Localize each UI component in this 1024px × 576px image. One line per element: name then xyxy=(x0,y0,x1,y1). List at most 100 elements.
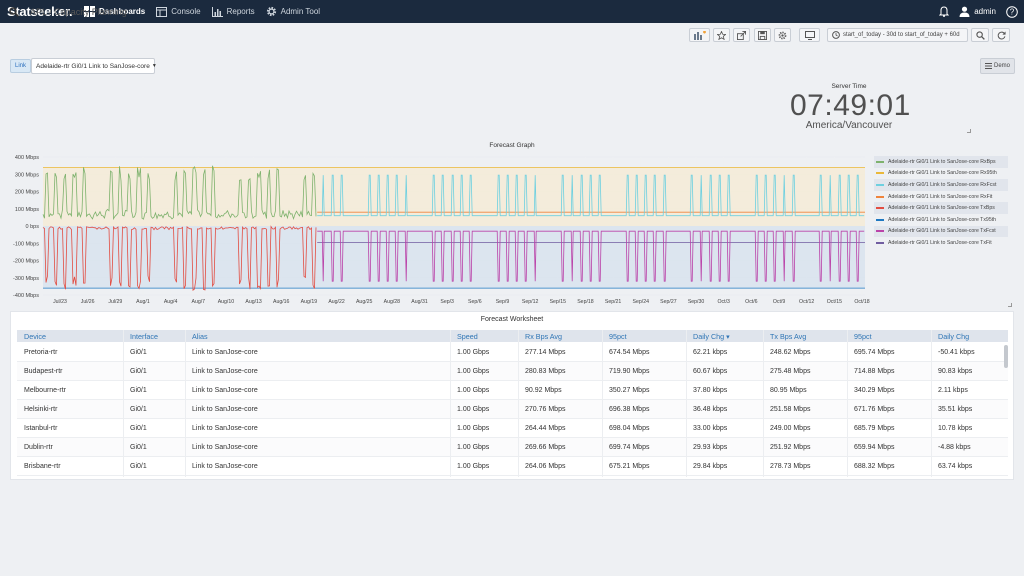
column-header[interactable]: Speed xyxy=(457,332,478,341)
panel-resize-handle[interactable] xyxy=(967,129,971,133)
table-cell: -4.88 kbps xyxy=(938,444,971,451)
legend-item[interactable]: Adelaide-rtr Gi0/1 Link to SanJose-core … xyxy=(874,237,1008,249)
star-icon xyxy=(717,30,726,40)
column-header[interactable]: Interface xyxy=(130,332,158,341)
nav-console[interactable]: Console xyxy=(156,6,201,17)
legend-item[interactable]: Adelaide-rtr Gi0/1 Link to SanJose-core … xyxy=(874,179,1008,191)
table-cell: Gi0/1 xyxy=(130,425,147,432)
caret-down-icon: ▼ xyxy=(151,63,157,69)
column-header[interactable]: 95pct xyxy=(854,332,872,341)
clock-icon xyxy=(832,31,840,39)
table-header: Device Interface Alias Speed Rx Bps Avg 95pct… xyxy=(17,330,1008,342)
x-tick-label: Aug/10 xyxy=(218,299,235,305)
table-cell: Link to SanJose-core xyxy=(192,406,258,413)
table-row[interactable]: Pretoria-rtr Gi0/1 Link to SanJose-core 1.0… xyxy=(17,343,1008,362)
x-tick-label: Aug/22 xyxy=(328,299,345,305)
cycle-view-button[interactable] xyxy=(799,28,820,42)
legend-label: Adelaide-rtr Gi0/1 Link to SanJose-core … xyxy=(888,193,993,200)
legend-swatch xyxy=(876,172,884,175)
forecast-worksheet: Forecast Worksheet Device Interface Alias S… xyxy=(10,311,1014,480)
nav-reports[interactable]: Reports xyxy=(211,6,255,17)
table-row[interactable]: Istanbul-rtr Gi0/1 Link to SanJose-core 1.0… xyxy=(17,419,1008,438)
save-icon xyxy=(758,30,767,40)
link-variable-value: Adelaide-rtr Gi0/1 Link to SanJose-core xyxy=(36,62,150,70)
zoom-out-button[interactable] xyxy=(971,28,989,42)
column-divider xyxy=(686,330,687,477)
demo-button[interactable]: Demo xyxy=(980,58,1015,74)
share-button[interactable] xyxy=(733,28,750,42)
x-tick-label: Sep/3 xyxy=(440,299,454,305)
table-cell: 1.00 Gbps xyxy=(457,425,490,432)
table-cell: 36.48 kbps xyxy=(693,406,728,413)
column-header[interactable]: Daily Chg ▾ xyxy=(693,332,730,341)
table-cell: 696.38 Mbps xyxy=(609,406,650,413)
link-variable-select[interactable]: Adelaide-rtr Gi0/1 Link to SanJose-core … xyxy=(31,58,157,74)
column-header[interactable]: Daily Chg xyxy=(938,332,969,341)
forecast-graph-title: Forecast Graph xyxy=(489,142,535,149)
column-header[interactable]: Rx Bps Avg xyxy=(525,332,562,341)
column-header-label: Alias xyxy=(192,332,208,341)
legend-item[interactable]: Adelaide-rtr Gi0/1 Link to SanJose-core … xyxy=(874,156,1008,168)
column-header[interactable]: 95pct xyxy=(609,332,627,341)
table-row[interactable]: Brisbane-rtr Gi0/1 Link to SanJose-core 1.0… xyxy=(17,457,1008,476)
x-tick-label: Sep/21 xyxy=(605,299,622,305)
nav-admin-tool-label: Admin Tool xyxy=(280,7,321,16)
legend-swatch xyxy=(876,218,884,221)
legend-label: Adelaide-rtr Gi0/1 Link to SanJose-core … xyxy=(888,228,996,235)
table-row[interactable]: Budapest-rtr Gi0/1 Link to SanJose-core 1.0… xyxy=(17,362,1008,381)
x-tick-label: Oct/9 xyxy=(773,299,786,305)
zoom-out-icon xyxy=(975,30,985,40)
legend-item[interactable]: Adelaide-rtr Gi0/1 Link to SanJose-core … xyxy=(874,202,1008,214)
bell-icon[interactable] xyxy=(939,6,950,17)
settings-button[interactable] xyxy=(774,28,791,42)
table-row[interactable]: Melbourne-rtr Gi0/1 Link to SanJose-core 1.… xyxy=(17,381,1008,400)
x-tick-label: Oct/3 xyxy=(718,299,731,305)
time-range-picker[interactable]: start_of_today - 30d to start_of_today +… xyxy=(827,28,968,42)
add-panel-button[interactable] xyxy=(689,28,710,42)
legend-label: Adelaide-rtr Gi0/1 Link to SanJose-core … xyxy=(888,181,997,188)
column-header[interactable]: Device xyxy=(24,332,46,341)
x-tick-label: Aug/16 xyxy=(273,299,290,305)
table-cell: 1.00 Gbps xyxy=(457,387,490,394)
time-range-label: start_of_today - 30d to start_of_today +… xyxy=(843,32,960,38)
table-cell: 62.21 kbps xyxy=(693,349,728,356)
search-icon[interactable] xyxy=(9,7,19,19)
column-header[interactable]: Tx Bps Avg xyxy=(770,332,806,341)
table-row[interactable]: Helsinki-rtr Gi0/1 Link to SanJose-core 1.0… xyxy=(17,400,1008,419)
refresh-button[interactable] xyxy=(992,28,1010,42)
x-tick-label: Sep/9 xyxy=(496,299,510,305)
breadcrumb[interactable]: APL / Capacity Planning xyxy=(30,7,127,17)
username[interactable]: admin xyxy=(974,7,996,16)
table-cell: Link to SanJose-core xyxy=(192,425,258,432)
table-cell: Link to SanJose-core xyxy=(192,463,258,470)
column-divider xyxy=(847,330,848,477)
legend-item[interactable]: Adelaide-rtr Gi0/1 Link to SanJose-core … xyxy=(874,191,1008,203)
star-button[interactable] xyxy=(713,28,730,42)
save-button[interactable] xyxy=(754,28,771,42)
table-cell: 90.83 kbps xyxy=(938,368,973,375)
legend-label: Adelaide-rtr Gi0/1 Link to SanJose-core … xyxy=(888,239,992,246)
table-cell: 719.90 Mbps xyxy=(609,368,650,375)
nav-console-label: Console xyxy=(171,7,201,16)
legend-item[interactable]: Adelaide-rtr Gi0/1 Link to SanJose-core … xyxy=(874,168,1008,180)
table-cell: Gi0/1 xyxy=(130,463,147,470)
table-scrollbar[interactable] xyxy=(1004,345,1008,368)
table-cell: 90.92 Mbps xyxy=(525,387,562,394)
help-icon[interactable]: ? xyxy=(1006,5,1018,18)
table-row[interactable]: Dublin-rtr Gi0/1 Link to SanJose-core 1.00 … xyxy=(17,438,1008,457)
legend-swatch xyxy=(876,241,884,244)
column-header[interactable]: Alias xyxy=(192,332,208,341)
table-cell: 340.29 Mbps xyxy=(854,387,895,394)
share-icon xyxy=(737,30,746,40)
table-cell: 63.74 kbps xyxy=(938,463,973,470)
x-tick-label: Aug/28 xyxy=(384,299,401,305)
table-cell: Gi0/1 xyxy=(130,368,147,375)
add-panel-icon xyxy=(693,30,706,40)
legend-item[interactable]: Adelaide-rtr Gi0/1 Link to SanJose-core … xyxy=(874,214,1008,226)
table-cell: 280.83 Mbps xyxy=(525,368,566,375)
legend-item[interactable]: Adelaide-rtr Gi0/1 Link to SanJose-core … xyxy=(874,225,1008,238)
nav-admin-tool[interactable]: Admin Tool xyxy=(266,6,320,17)
graph-resize-handle[interactable] xyxy=(1008,303,1012,307)
x-tick-label: Jul/26 xyxy=(81,299,95,305)
user-icon[interactable] xyxy=(959,6,970,17)
